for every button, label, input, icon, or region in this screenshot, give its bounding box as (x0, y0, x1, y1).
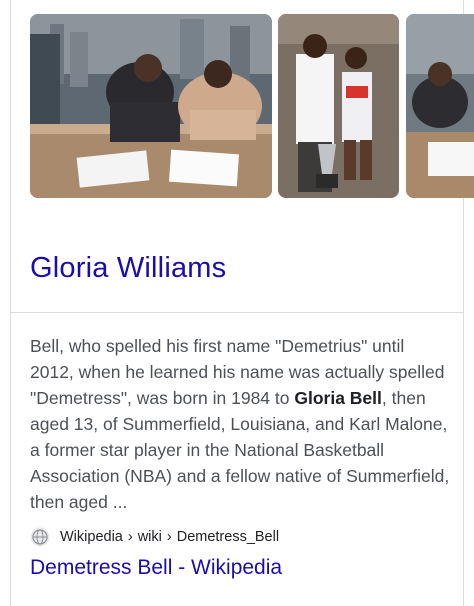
signing-photo (30, 14, 272, 198)
breadcrumb-separator-1: › (127, 529, 133, 545)
card-border-left (10, 0, 11, 606)
globe-icon (30, 527, 50, 547)
breadcrumb-separator-2: › (166, 529, 172, 545)
trophy-photo (278, 14, 399, 198)
entity-title[interactable]: Gloria Williams (30, 252, 226, 285)
snippet-bold: Gloria Bell (294, 388, 382, 408)
source-path-1: wiki (137, 529, 162, 545)
image-carousel[interactable] (30, 14, 474, 198)
image-thumbnail-1[interactable] (30, 14, 272, 198)
result-title-link[interactable]: Demetress Bell - Wikipedia (30, 556, 282, 580)
source-path-2: Demetress_Bell (176, 529, 280, 545)
source-line[interactable]: Wikipedia › wiki › Demetress_Bell (30, 526, 279, 548)
section-divider (10, 312, 464, 313)
signing-photo-2 (406, 14, 474, 198)
source-site: Wikipedia (60, 529, 123, 545)
image-thumbnail-2[interactable] (278, 14, 399, 198)
image-thumbnail-3[interactable] (406, 14, 474, 198)
snippet-text: Bell, who spelled his first name "Demetr… (30, 333, 450, 515)
